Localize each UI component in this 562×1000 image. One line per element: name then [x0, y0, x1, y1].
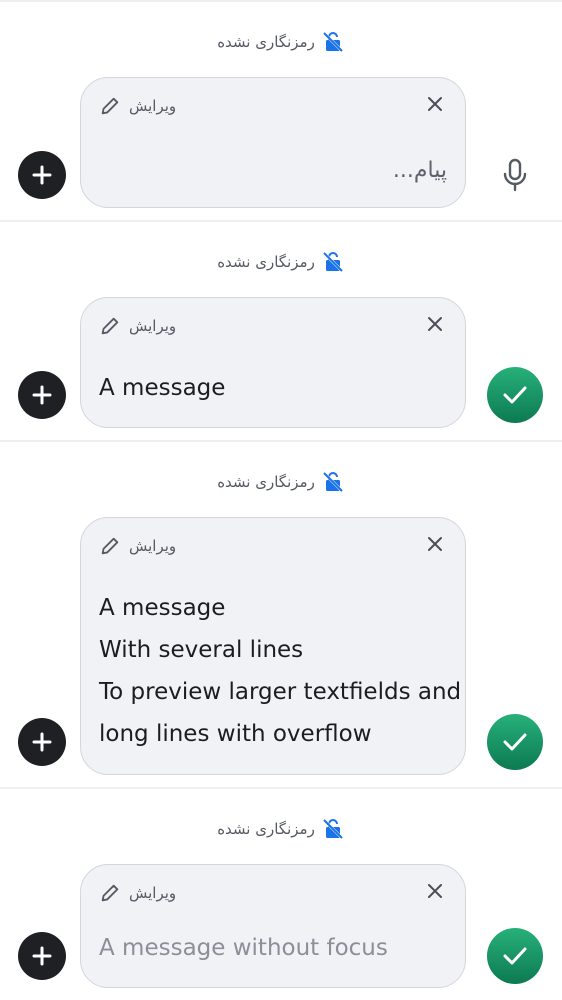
message-text: A message	[99, 375, 226, 401]
encryption-label: رمزنگاری نشده	[217, 473, 315, 491]
pencil-icon	[101, 97, 119, 115]
lock-open-icon	[322, 818, 343, 840]
edit-label: ویرایش	[129, 317, 177, 335]
close-icon[interactable]	[427, 316, 443, 332]
edit-indicator: ویرایش	[99, 534, 176, 558]
encryption-status: رمزنگاری نشده	[0, 29, 562, 55]
encryption-status: رمزنگاری نشده	[0, 816, 562, 842]
encryption-status: رمزنگاری نشده	[0, 469, 562, 495]
lock-open-icon	[322, 251, 343, 273]
edit-indicator: ویرایش	[99, 94, 176, 118]
message-input-placeholder: پیام...	[392, 158, 447, 183]
check-icon	[503, 733, 527, 751]
composer-section-filled: رمزنگاری نشده ویرایش A message	[0, 220, 562, 440]
composer-section-empty: رمزنگاری نشده ویرایش پیام...	[0, 0, 562, 220]
add-attachment-button[interactable]	[18, 151, 66, 199]
plus-icon	[32, 165, 52, 185]
check-icon	[503, 947, 527, 965]
message-composer[interactable]: ویرایش A message With several lines To p…	[80, 517, 466, 775]
encryption-label: رمزنگاری نشده	[217, 253, 315, 271]
encryption-label: رمزنگاری نشده	[217, 820, 315, 838]
voice-record-button[interactable]	[494, 154, 536, 196]
message-line: long lines with overflow	[99, 721, 372, 747]
add-attachment-button[interactable]	[18, 932, 66, 980]
message-text: A message without focus	[99, 935, 388, 961]
close-icon[interactable]	[427, 96, 443, 112]
encryption-status: رمزنگاری نشده	[0, 249, 562, 275]
message-composer[interactable]: ویرایش A message without focus	[80, 864, 466, 988]
plus-icon	[32, 385, 52, 405]
edit-label: ویرایش	[129, 537, 177, 555]
lock-open-icon	[322, 471, 343, 493]
message-composer[interactable]: ویرایش A message	[80, 297, 466, 428]
edit-label: ویرایش	[129, 884, 177, 902]
message-line: To preview larger textfields and	[99, 679, 462, 705]
send-button[interactable]	[487, 714, 543, 770]
mic-icon	[503, 158, 527, 192]
section-divider	[0, 440, 562, 442]
section-divider	[0, 220, 562, 222]
composer-section-multiline: رمزنگاری نشده ویرایش A message With seve…	[0, 440, 562, 787]
add-attachment-button[interactable]	[18, 371, 66, 419]
message-line: With several lines	[99, 637, 304, 663]
plus-icon	[32, 732, 52, 752]
encryption-label: رمزنگاری نشده	[217, 33, 315, 51]
top-divider	[0, 0, 562, 2]
check-icon	[503, 386, 527, 404]
close-icon[interactable]	[427, 536, 443, 552]
send-button[interactable]	[487, 367, 543, 423]
edit-indicator: ویرایش	[99, 314, 176, 338]
pencil-icon	[101, 317, 119, 335]
close-icon[interactable]	[427, 883, 443, 899]
composer-section-unfocused: رمزنگاری نشده ویرایش A message without f…	[0, 787, 562, 1000]
pencil-icon	[101, 537, 119, 555]
send-button[interactable]	[487, 928, 543, 984]
pencil-icon	[101, 884, 119, 902]
edit-indicator: ویرایش	[99, 881, 176, 905]
message-composer[interactable]: ویرایش پیام...	[80, 77, 466, 208]
edit-label: ویرایش	[129, 97, 177, 115]
plus-icon	[32, 946, 52, 966]
message-line: A message	[99, 595, 226, 621]
lock-open-icon	[322, 31, 343, 53]
add-attachment-button[interactable]	[18, 718, 66, 766]
section-divider	[0, 787, 562, 789]
